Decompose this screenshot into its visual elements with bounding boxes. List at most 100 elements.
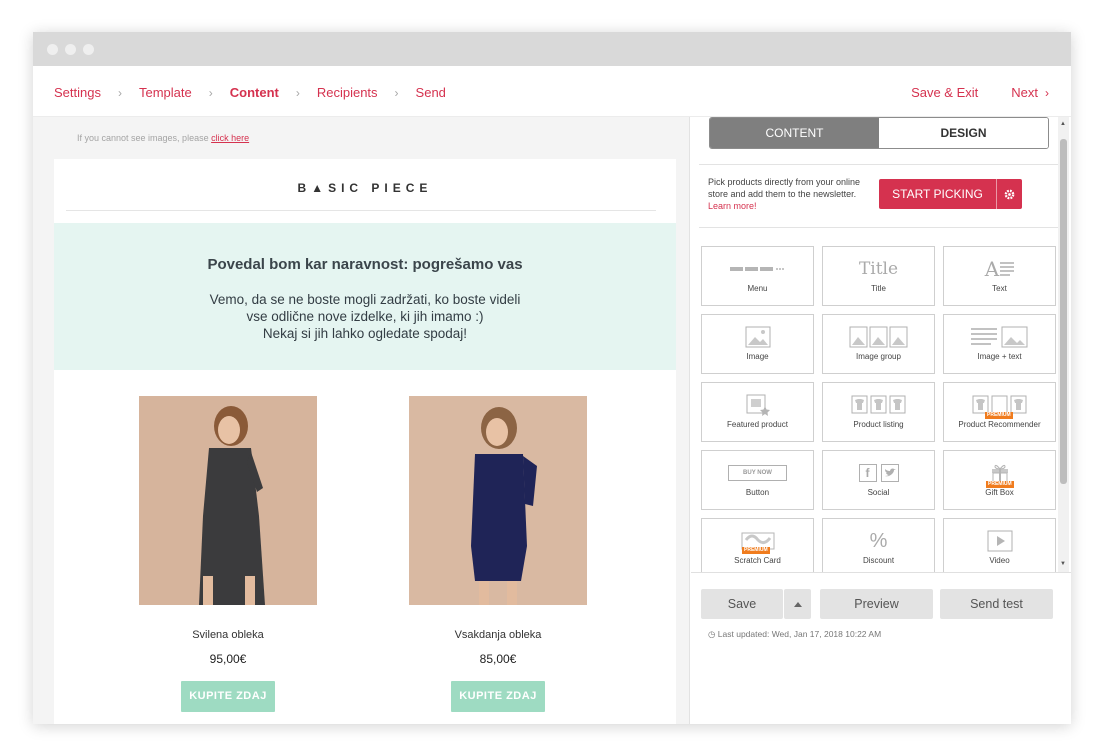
tab-design[interactable]: DESIGN (879, 118, 1048, 148)
menu-icon (702, 255, 813, 283)
block-featured-product[interactable]: Featured product (701, 382, 814, 442)
scratch-card-icon: PREMIUM (702, 527, 813, 555)
block-product-recommender[interactable]: PREMIUM Product Recommender (943, 382, 1056, 442)
pick-description: Pick products directly from your online … (708, 177, 861, 199)
email-preview[interactable]: If you cannot see images, please click h… (33, 117, 690, 724)
social-icon: f (823, 459, 934, 487)
block-label: Text (992, 284, 1007, 293)
chevron-right-icon: › (208, 85, 213, 100)
title-bar (33, 32, 1071, 66)
divider (66, 210, 656, 211)
last-updated-label: Last updated: (717, 629, 770, 639)
product-listing-icon (823, 391, 934, 419)
gear-icon[interactable] (996, 179, 1022, 209)
save-button[interactable]: Save (701, 589, 783, 619)
block-label: Gift Box (985, 488, 1014, 497)
discount-icon: % (823, 527, 934, 555)
product-photo (409, 396, 587, 605)
block-label: Image group (856, 352, 901, 361)
block-product-listing[interactable]: Product listing (822, 382, 935, 442)
block-gift-box[interactable]: PREMIUM Gift Box (943, 450, 1056, 510)
scroll-down-arrow-icon[interactable]: ▼ (1060, 561, 1066, 567)
product-price: 95,00€ (209, 652, 247, 666)
scroll-up-arrow-icon[interactable]: ▲ (1060, 121, 1066, 127)
product-card[interactable]: Svilena obleka 95,00€ KUPITE ZDAJ (139, 396, 317, 712)
editor-panel: CONTENT DESIGN Pick products directly fr… (691, 117, 1071, 724)
block-label: Video (989, 556, 1010, 565)
product-recommender-icon: PREMIUM (944, 391, 1055, 419)
product-name: Vsakdanja obleka (454, 629, 542, 641)
start-picking-label: START PICKING (892, 187, 983, 201)
blocks-scrollbar[interactable]: ▲ ▼ (1058, 117, 1069, 572)
learn-more-link[interactable]: Learn more! (708, 201, 757, 211)
step-content[interactable]: Content (230, 85, 279, 100)
block-button[interactable]: BUY NOW Button (701, 450, 814, 510)
block-image-group[interactable]: Image group (822, 314, 935, 374)
block-label: Product Recommender (958, 420, 1041, 429)
title-icon: Title (823, 255, 934, 283)
window-dot (47, 44, 58, 55)
click-here-link[interactable]: click here (211, 133, 249, 143)
product-name: Svilena obleka (192, 629, 264, 641)
block-scratch-card[interactable]: PREMIUM Scratch Card (701, 518, 814, 572)
twitter-icon (880, 464, 899, 482)
tab-content[interactable]: CONTENT (710, 118, 879, 148)
email-body: B▲SIC PIECE Povedal bom kar naravnost: p… (54, 159, 676, 724)
block-text[interactable]: A Text (943, 246, 1056, 306)
text-icon: A (944, 255, 1055, 283)
panel-tabs: CONTENT DESIGN (709, 117, 1049, 149)
image-text-icon (944, 323, 1055, 351)
block-label: Menu (747, 284, 768, 293)
wizard-nav: Settings › Template › Content › Recipien… (33, 66, 1071, 117)
hero-line: Nekaj si jih lahko ogledate spodaj! (262, 326, 468, 341)
step-send[interactable]: Send (416, 85, 446, 100)
chevron-right-icon: › (295, 85, 300, 100)
product-photo (139, 396, 317, 605)
buy-now-button[interactable]: KUPITE ZDAJ (451, 681, 545, 712)
clock-icon: ◷ (708, 629, 716, 639)
buy-now-button[interactable]: KUPITE ZDAJ (181, 681, 275, 712)
save-exit-link[interactable]: Save & Exit (911, 85, 978, 100)
browser-window: Settings › Template › Content › Recipien… (33, 32, 1071, 724)
preview-button[interactable]: Preview (820, 589, 933, 619)
product-card[interactable]: Vsakdanja obleka 85,00€ KUPITE ZDAJ (409, 396, 587, 712)
content-blocks-grid: Menu Title Title A Text Image Image grou… (699, 246, 1059, 572)
block-label: Scratch Card (734, 556, 781, 565)
block-label: Title (871, 284, 886, 293)
send-test-button[interactable]: Send test (940, 589, 1053, 619)
divider (699, 164, 1063, 165)
text-icon-letter: A (984, 257, 1000, 281)
block-title[interactable]: Title Title (822, 246, 935, 306)
step-recipients[interactable]: Recipients (317, 85, 378, 100)
hero-line: Vemo, da se ne boste mogli zadržati, ko … (209, 292, 521, 307)
block-image-text[interactable]: Image + text (943, 314, 1056, 374)
product-price: 85,00€ (479, 652, 517, 666)
cant-see-images-note: If you cannot see images, please click h… (77, 133, 249, 143)
block-label: Product listing (853, 420, 904, 429)
block-social[interactable]: f Social (822, 450, 935, 510)
block-label: Image + text (977, 352, 1022, 361)
next-link[interactable]: Next › (1011, 85, 1049, 100)
last-updated-value: Wed, Jan 17, 2018 10:22 AM (771, 629, 882, 639)
block-discount[interactable]: % Discount (822, 518, 935, 572)
window-dot (83, 44, 94, 55)
video-icon (944, 527, 1055, 555)
block-menu[interactable]: Menu (701, 246, 814, 306)
step-template[interactable]: Template (139, 85, 192, 100)
pick-products-text: Pick products directly from your online … (708, 176, 868, 212)
facebook-icon: f (858, 464, 877, 482)
block-label: Featured product (727, 420, 788, 429)
step-settings[interactable]: Settings (54, 85, 101, 100)
start-picking-button[interactable]: START PICKING (879, 179, 1022, 209)
breadcrumb: Settings › Template › Content › Recipien… (54, 85, 446, 100)
block-image[interactable]: Image (701, 314, 814, 374)
premium-badge: PREMIUM (742, 547, 770, 554)
hero-block[interactable]: Povedal bom kar naravnost: pogrešamo vas… (54, 223, 676, 370)
block-label: Discount (862, 556, 895, 565)
block-video[interactable]: Video (943, 518, 1056, 572)
save-options-button[interactable] (784, 589, 811, 619)
last-updated: ◷ Last updated: Wed, Jan 17, 2018 10:22 … (708, 629, 881, 640)
featured-product-icon (702, 391, 813, 419)
chevron-right-icon: › (1045, 85, 1049, 100)
scrollbar-thumb[interactable] (1060, 139, 1067, 484)
